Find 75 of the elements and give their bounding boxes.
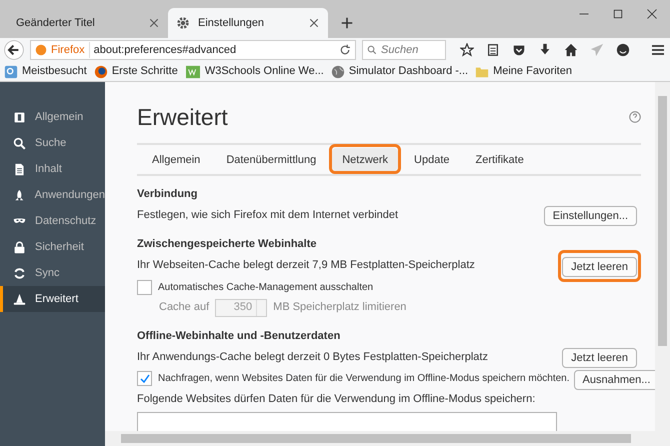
tab-title: Geänderter Titel [16,16,96,31]
sidebar-item[interactable]: Inhalt [0,156,105,182]
padlock-icon [13,240,26,254]
help-icon[interactable] [629,111,641,124]
checkbox[interactable] [137,371,152,386]
section-heading: Offline-Webinhalte und -Benutzerdaten [137,328,342,344]
search-icon [367,44,377,56]
bookmark-link[interactable]: W3Schools Online We... [204,63,324,80]
close-icon[interactable] [308,17,320,29]
tab[interactable]: Zertifikate [466,148,534,172]
checkbox-label: Automatisches Cache-Management ausschalten [158,280,374,294]
button[interactable]: Jetzt leeren [562,348,637,368]
sidebar-item[interactable]: Datenschutz [0,208,105,234]
sidebar-item[interactable]: Sicherheit [0,234,105,260]
bookmark-link[interactable]: Simulator Dashboard -... [348,63,468,80]
tab[interactable]: Netzwerk [332,148,398,172]
w3-logo-icon [184,64,201,78]
browser-tab[interactable]: Einstellungen [168,8,328,38]
sidebar-item[interactable]: Erweitert [0,286,105,312]
pocket-icon[interactable] [512,43,526,57]
url-text: about:preferences#advanced [94,42,238,58]
home-icon[interactable] [564,43,578,57]
smiley-icon[interactable] [616,43,630,57]
search-icon [13,136,26,150]
button[interactable]: Ausnahmen... [574,370,655,390]
description-text: Festlegen, wie sich Firefox mit dem Internet verbindet [137,208,398,223]
tab[interactable]: Allgemein [142,148,210,172]
folder-icon [475,64,490,78]
checkbox-label: Nachfragen, wenn Websites Daten für die Verwendung im Offline-Modus speichern möchten. [158,372,570,386]
switch-icon [13,110,26,124]
new-tab-icon[interactable] [340,16,354,30]
sync-icon [13,266,26,280]
globe-icon [330,64,345,78]
close-icon[interactable] [646,8,658,20]
horizontal-scrollbar[interactable] [105,431,670,446]
back-icon[interactable] [4,40,24,60]
button[interactable]: Einstellungen... [544,206,637,226]
checkbox[interactable] [137,280,152,294]
address-bar[interactable]: Firefox about:preferences#advanced [30,40,356,60]
clipboard-icon[interactable] [486,43,500,57]
wizard-hat-icon [13,292,26,306]
description-text: Ihr Webseiten-Cache belegt derzeit 7,9 MB Festplatten-Speicherplatz [137,258,475,274]
menu-icon[interactable] [650,42,666,58]
vertical-scrollbar[interactable] [655,82,670,431]
button[interactable]: Jetzt leeren [562,256,637,277]
browser-tab[interactable]: Geänderter Titel [8,8,168,38]
sidebar-item[interactable]: Anwendungen [0,182,105,208]
tab-title: Einstellungen [198,16,266,31]
page-title: Erweitert [137,103,228,132]
search-field[interactable]: Suchen [362,40,446,60]
sidebar-item[interactable]: Suche [0,130,105,156]
rocket-icon [13,188,26,202]
gear-icon [176,16,190,30]
bookmark-link[interactable]: Meine Favoriten [493,63,572,80]
search-input[interactable]: Suchen [381,42,441,58]
tab[interactable]: Datenübermittlung [216,148,326,172]
reload-icon[interactable] [339,44,351,56]
description-text: Ihr Anwendungs-Cache belegt derzeit 0 Bytes Festplatten-Speicherplatz [137,350,488,365]
identity-label: Firefox [51,42,90,58]
maximize-icon[interactable] [612,8,624,20]
section-heading: Verbindung [137,186,198,202]
download-icon[interactable] [538,43,552,57]
star-icon[interactable] [460,43,474,57]
section-heading: Zwischengespeicherte Webinhalte [137,237,318,252]
bookmark-link[interactable]: Erste Schritte [112,63,178,80]
field-label: Cache auf [159,300,210,316]
sidebar-item[interactable]: Sync [0,260,105,286]
tab[interactable]: Update [404,148,460,172]
document-icon [13,162,26,176]
sidebar-item[interactable]: Allgemein [0,104,105,130]
close-icon[interactable] [148,17,160,29]
bookmark-link[interactable]: Meistbesucht [22,63,87,80]
bookmark-page-icon [4,64,18,78]
description-text: Folgende Websites dürfen Daten für die Verwendung im Offline-Modus speichern: [137,392,536,407]
field-label: MB Speicherplatz limitieren [273,300,406,316]
